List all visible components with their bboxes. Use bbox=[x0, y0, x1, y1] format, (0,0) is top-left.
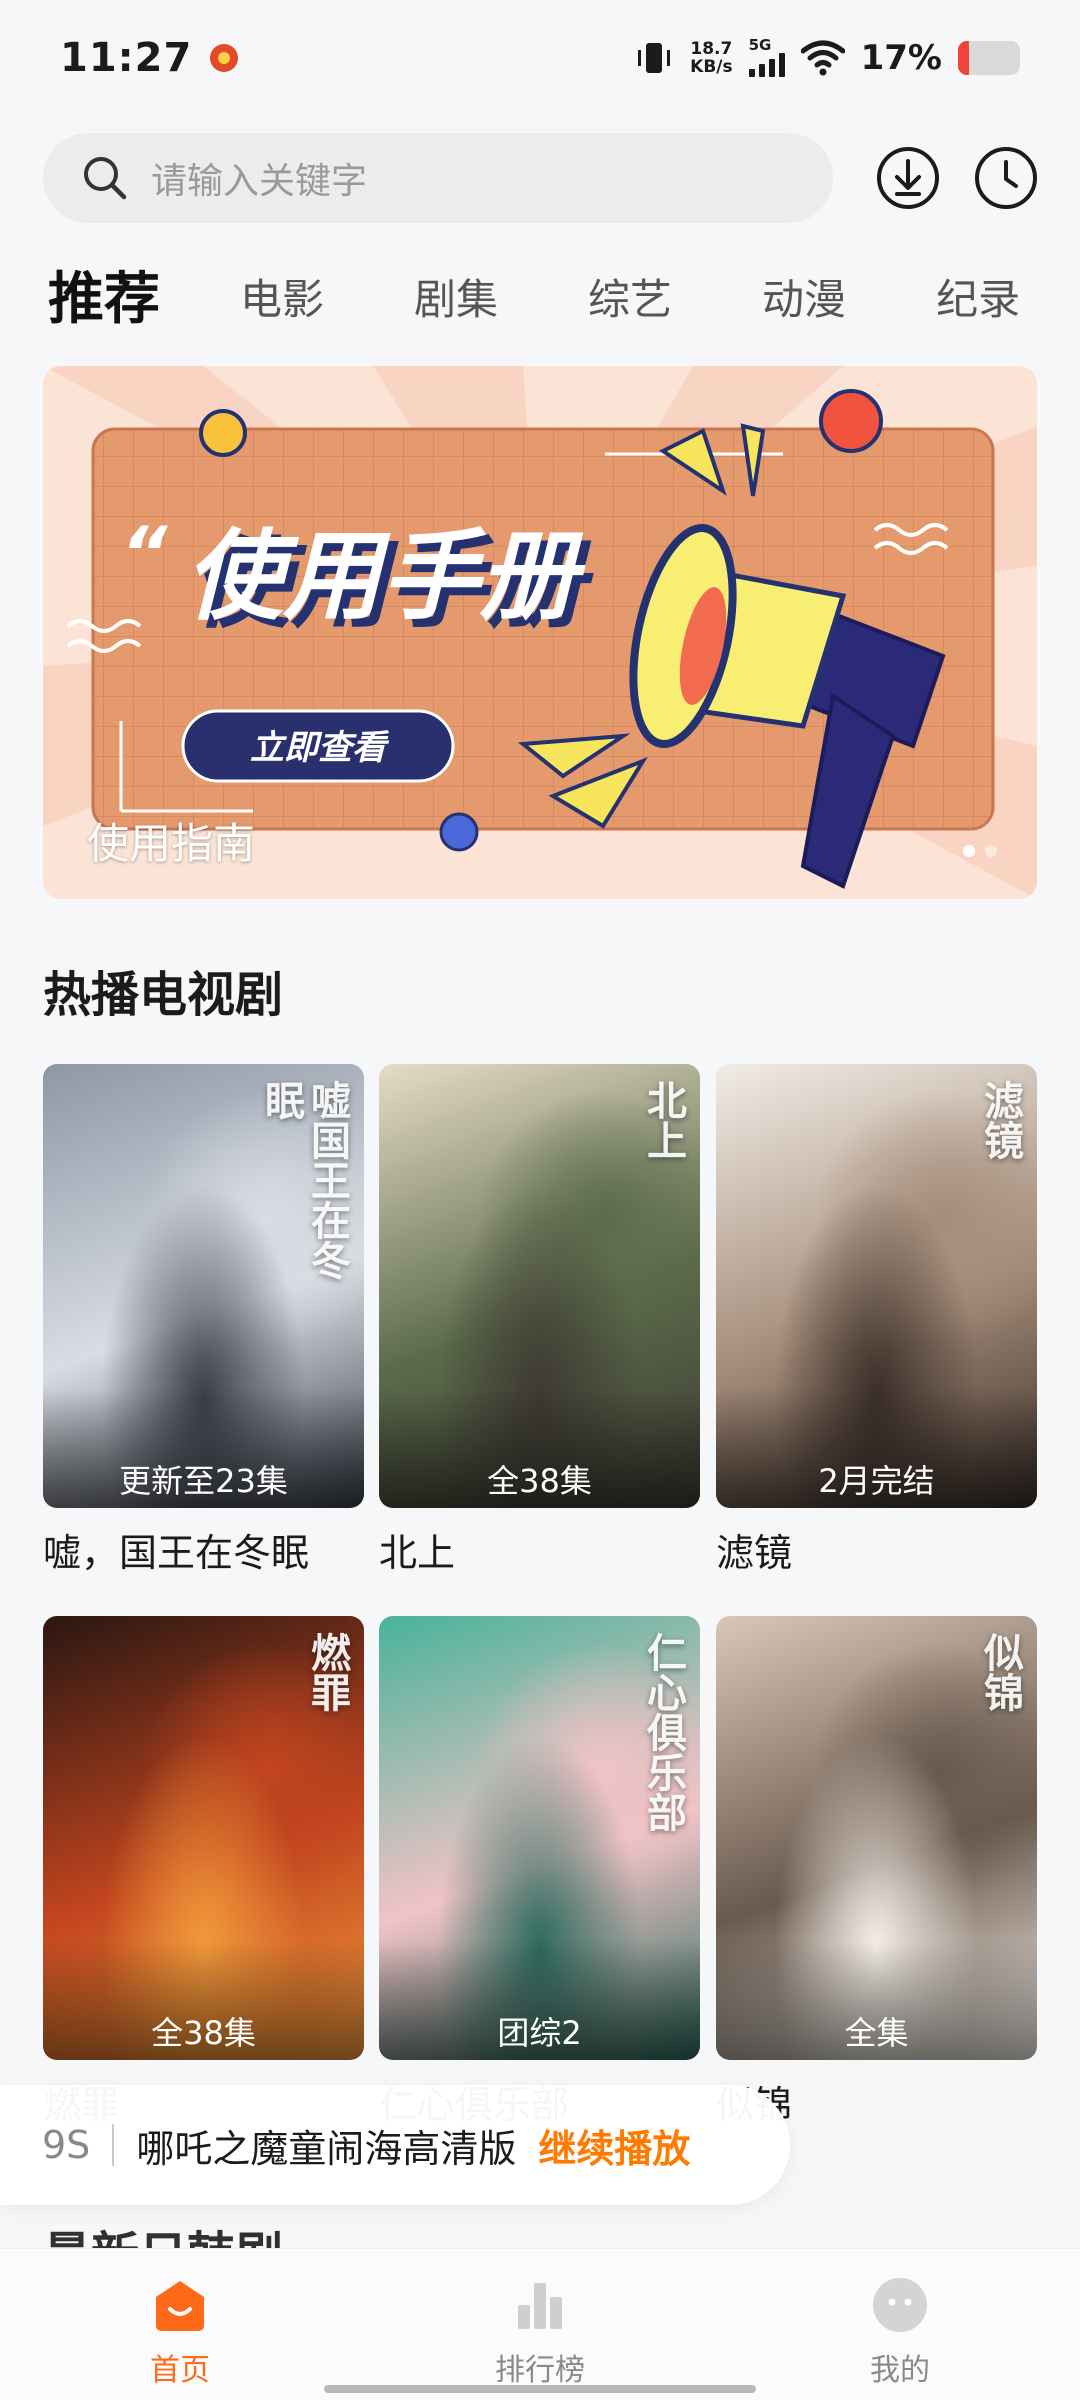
category-tabs: 推荐 电影 剧集 综艺 动漫 纪录 bbox=[48, 255, 1080, 335]
poster-title-art: 北上 bbox=[640, 1080, 686, 1160]
poster-title-art: 燃罪 bbox=[304, 1632, 350, 1712]
poster-image: 似锦 bbox=[716, 1616, 1037, 2060]
status-icons: 18.7 KB/s 5G 17% bbox=[634, 38, 1020, 78]
bottom-navigation: 首页 排行榜 我的 bbox=[0, 2248, 1080, 2400]
history-clock-icon[interactable] bbox=[973, 145, 1039, 211]
drama-card[interactable]: 仁心俱乐部 团综2 仁心俱乐部 bbox=[379, 1616, 700, 2129]
nav-profile[interactable]: 我的 bbox=[720, 2249, 1080, 2400]
search-row: 请输入关键字 bbox=[43, 133, 1043, 223]
drama-card[interactable]: 似锦 全集 似锦 bbox=[716, 1616, 1037, 2129]
drama-card[interactable]: 北上 全38集 北上 bbox=[379, 1064, 700, 1577]
network-speed-unit: KB/s bbox=[690, 56, 733, 77]
svg-text:“: “ bbox=[121, 511, 168, 595]
tab-series[interactable]: 剧集 bbox=[414, 266, 498, 335]
status-bar: 11:27 18.7 KB/s 5G 17% bbox=[0, 0, 1080, 115]
home-indicator[interactable] bbox=[324, 2385, 756, 2393]
vibrate-icon bbox=[634, 38, 674, 78]
tab-anime[interactable]: 动漫 bbox=[762, 266, 846, 335]
network-speed-value: 18.7 bbox=[690, 38, 733, 59]
carousel-indicator bbox=[963, 845, 997, 857]
divider bbox=[112, 2124, 115, 2166]
banner-caption: 使用指南 bbox=[87, 819, 256, 868]
carousel-dot bbox=[985, 845, 997, 857]
drama-card[interactable]: 燃罪 全38集 燃罪 bbox=[43, 1616, 364, 2129]
resume-title: 哪吒之魔童闹海高清版 bbox=[136, 2126, 517, 2171]
poster-title-art: 嘘国王在冬眠 bbox=[258, 1080, 350, 1280]
continue-watching-bar[interactable]: 9S 哪吒之魔童闹海高清版 继续播放 bbox=[0, 2085, 790, 2205]
nav-home[interactable]: 首页 bbox=[0, 2249, 360, 2400]
profile-icon bbox=[873, 2278, 927, 2332]
poster-title-art: 滤镜 bbox=[977, 1080, 1023, 1160]
app-notification-icon bbox=[210, 43, 239, 72]
network-type: 5G bbox=[748, 36, 772, 54]
carousel-dot-active bbox=[963, 845, 975, 857]
home-icon bbox=[156, 2281, 204, 2331]
poster-image: 燃罪 bbox=[43, 1616, 364, 2060]
signal-icon: 5G bbox=[748, 36, 785, 77]
nav-label: 排行榜 bbox=[495, 2353, 585, 2388]
poster-image: 嘘国王在冬眠 bbox=[43, 1064, 364, 1508]
network-speed: 18.7 KB/s bbox=[690, 40, 732, 76]
poster-title-art: 仁心俱乐部 bbox=[640, 1632, 686, 1832]
search-placeholder: 请输入关键字 bbox=[151, 161, 368, 202]
tab-recommended[interactable]: 推荐 bbox=[48, 255, 160, 335]
banner-carousel[interactable]: “ 使用手册 使用手册 立即查看 使用指南 bbox=[43, 366, 1037, 899]
tab-documentary[interactable]: 纪录 bbox=[936, 266, 1020, 335]
battery-icon bbox=[958, 40, 1020, 75]
battery-percent: 17% bbox=[860, 37, 942, 78]
poster-title-art: 似锦 bbox=[977, 1632, 1023, 1712]
wifi-icon bbox=[800, 40, 845, 75]
episode-badge: 更新至23集 bbox=[119, 1462, 288, 1500]
status-time: 11:27 bbox=[60, 34, 193, 81]
resume-time: 9S bbox=[42, 2123, 91, 2167]
section-title: 热播电视剧 bbox=[43, 967, 284, 1023]
battery-fill bbox=[958, 40, 969, 75]
tab-variety[interactable]: 综艺 bbox=[588, 266, 672, 335]
nav-ranking[interactable]: 排行榜 bbox=[360, 2249, 720, 2400]
banner-headline: 使用手册 bbox=[185, 520, 586, 634]
banner-view-now-text: 立即查看 bbox=[250, 728, 390, 768]
episode-badge: 全38集 bbox=[487, 1462, 592, 1500]
chart-icon bbox=[518, 2283, 562, 2329]
poster-image: 滤镜 bbox=[716, 1064, 1037, 1508]
poster-image: 仁心俱乐部 bbox=[379, 1616, 700, 2060]
drama-card[interactable]: 滤镜 2月完结 滤镜 bbox=[716, 1064, 1037, 1577]
continue-playing-button[interactable]: 继续播放 bbox=[538, 2118, 690, 2173]
download-icon[interactable] bbox=[875, 145, 941, 211]
poster-image: 北上 bbox=[379, 1064, 700, 1508]
search-icon bbox=[84, 157, 127, 200]
episode-badge: 2月完结 bbox=[818, 1462, 935, 1500]
tab-movies[interactable]: 电影 bbox=[240, 266, 324, 335]
drama-card[interactable]: 嘘国王在冬眠 更新至23集 嘘，国王在冬眠 bbox=[43, 1064, 364, 1577]
search-input[interactable]: 请输入关键字 bbox=[43, 133, 833, 223]
nav-label: 我的 bbox=[870, 2353, 930, 2388]
nav-label: 首页 bbox=[150, 2353, 210, 2388]
